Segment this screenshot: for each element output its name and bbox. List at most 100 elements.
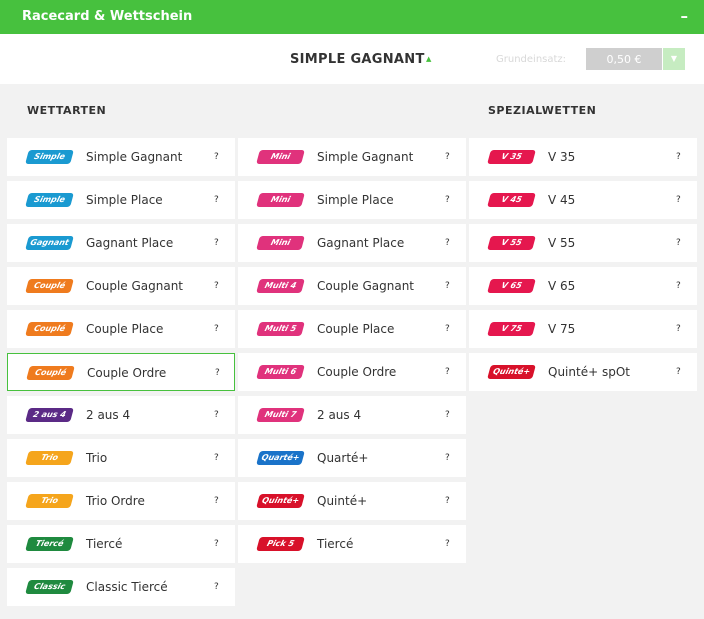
bet-type-row[interactable]: Couplé Couple Place?	[7, 310, 235, 348]
bet-type-row[interactable]: Mini Simple Place?	[238, 181, 466, 219]
bet-type-row[interactable]: Quinté+ Quinté+?	[238, 482, 466, 520]
bet-type-label: Couple Ordre	[317, 365, 397, 379]
help-icon[interactable]: ?	[676, 367, 681, 377]
couple-place-logo: Couplé	[25, 322, 74, 336]
collapse-icon[interactable]: –	[681, 7, 689, 25]
bet-type-row[interactable]: Pick 5 Tiercé?	[238, 525, 466, 563]
help-icon[interactable]: ?	[676, 238, 681, 248]
classic-tierce-logo: Classic	[25, 580, 74, 594]
bet-type-row[interactable]: V 45 V 45?	[469, 181, 697, 219]
stake-label: Grundeinsatz:	[496, 54, 567, 65]
bet-type-row[interactable]: Quinté+ Quinté+ spOt?	[469, 353, 697, 391]
bet-type-label: Couple Ordre	[87, 366, 167, 380]
stake-dropdown-icon[interactable]: ▼	[663, 48, 685, 70]
v55-logo: V 55	[487, 236, 536, 250]
help-icon[interactable]: ?	[445, 152, 450, 162]
bet-type-row[interactable]: V 75 V 75?	[469, 310, 697, 348]
trio-logo: Trio	[25, 451, 74, 465]
bet-type-row[interactable]: Simple Simple Gagnant?	[7, 138, 235, 176]
bet-types-column-1: Simple Simple Gagnant? Simple Simple Place?…	[7, 138, 235, 611]
help-icon[interactable]: ?	[676, 324, 681, 334]
help-icon[interactable]: ?	[445, 281, 450, 291]
help-icon[interactable]: ?	[214, 496, 219, 506]
simple-gagnant-logo: Simple	[25, 150, 74, 164]
help-icon[interactable]: ?	[214, 238, 219, 248]
bet-type-row[interactable]: 2 aus 4 2 aus 4?	[7, 396, 235, 434]
bet-type-row[interactable]: Couplé Couple Ordre?	[7, 353, 235, 391]
bet-type-label: 2 aus 4	[317, 408, 362, 422]
bet-type-label: Tiercé	[86, 537, 123, 551]
v75-logo: V 75	[487, 322, 536, 336]
quinte-spot-logo: Quinté+	[487, 365, 536, 379]
help-icon[interactable]: ?	[445, 410, 450, 420]
help-icon[interactable]: ?	[445, 539, 450, 549]
bet-type-label: V 55	[548, 236, 576, 250]
bet-type-label: V 65	[548, 279, 576, 293]
special-bets-column: V 35 V 35? V 45 V 45? V 55 V 55? V 65 V 65? V 75…	[469, 138, 697, 396]
help-icon[interactable]: ?	[676, 152, 681, 162]
bet-type-row[interactable]: Multi 4 Couple Gagnant?	[238, 267, 466, 305]
bet-type-label: Gagnant Place	[86, 236, 174, 250]
mini-multi4-logo: Mini	[256, 150, 305, 164]
pick-5-logo: Pick 5	[256, 537, 305, 551]
multi6-logo: Multi 6	[256, 365, 305, 379]
bet-type-label: Classic Tiercé	[86, 580, 168, 594]
bet-type-row[interactable]: Mini Gagnant Place?	[238, 224, 466, 262]
trio-ordre-logo: Trio	[25, 494, 74, 508]
bet-type-row[interactable]: Tiercé Tiercé?	[7, 525, 235, 563]
bet-type-label: Trio	[86, 451, 108, 465]
couple-gagnant-logo: Couplé	[25, 279, 74, 293]
bet-type-row[interactable]: Couplé Couple Gagnant?	[7, 267, 235, 305]
help-icon[interactable]: ?	[445, 195, 450, 205]
bet-type-row[interactable]: Trio Trio Ordre?	[7, 482, 235, 520]
help-icon[interactable]: ?	[214, 453, 219, 463]
bet-type-row[interactable]: Quarté+ Quarté+?	[238, 439, 466, 477]
bet-type-row[interactable]: Multi 6 Couple Ordre?	[238, 353, 466, 391]
selected-bet-type[interactable]: SIMPLE GAGNANT	[290, 52, 425, 67]
bet-type-row[interactable]: Gagnant Gagnant Place?	[7, 224, 235, 262]
help-icon[interactable]: ?	[445, 238, 450, 248]
multi7-logo: Multi 7	[256, 408, 305, 422]
bet-type-label: Quarté+	[317, 451, 369, 465]
bet-type-label: Trio Ordre	[86, 494, 145, 508]
bet-type-row[interactable]: V 55 V 55?	[469, 224, 697, 262]
help-icon[interactable]: ?	[214, 410, 219, 420]
bet-bar: SIMPLE GAGNANT ▲ Grundeinsatz: ▼	[0, 34, 704, 84]
help-icon[interactable]: ?	[214, 195, 219, 205]
mini-multi5-logo: Mini	[256, 193, 305, 207]
help-icon[interactable]: ?	[214, 324, 219, 334]
help-icon[interactable]: ?	[445, 496, 450, 506]
bet-type-label: Simple Gagnant	[86, 150, 183, 164]
bet-type-label: Quinté+ spOt	[548, 365, 630, 379]
bet-type-label: Couple Place	[86, 322, 164, 336]
bet-type-row[interactable]: V 65 V 65?	[469, 267, 697, 305]
section-title-spezialwetten: SPEZIALWETTEN	[488, 104, 597, 117]
bet-type-label: V 35	[548, 150, 576, 164]
bet-type-label: V 45	[548, 193, 576, 207]
help-icon[interactable]: ?	[445, 324, 450, 334]
bet-type-row[interactable]: Mini Simple Gagnant?	[238, 138, 466, 176]
bet-type-row[interactable]: Multi 5 Couple Place?	[238, 310, 466, 348]
bet-type-row[interactable]: Classic Classic Tiercé?	[7, 568, 235, 606]
racecard-header: Racecard & Wettschein –	[0, 0, 704, 34]
multi5-logo: Multi 5	[256, 322, 305, 336]
bet-type-label: Gagnant Place	[317, 236, 405, 250]
caret-up-icon[interactable]: ▲	[426, 55, 431, 63]
couple-ordre-logo: Couplé	[26, 366, 75, 380]
stake-input[interactable]	[586, 48, 662, 70]
bet-type-row[interactable]: Trio Trio?	[7, 439, 235, 477]
mini-multi6-logo: Mini	[256, 236, 305, 250]
bet-type-row[interactable]: Simple Simple Place?	[7, 181, 235, 219]
help-icon[interactable]: ?	[214, 152, 219, 162]
bet-type-row[interactable]: Multi 7 2 aus 4?	[238, 396, 466, 434]
help-icon[interactable]: ?	[445, 453, 450, 463]
help-icon[interactable]: ?	[215, 368, 220, 378]
help-icon[interactable]: ?	[214, 281, 219, 291]
bet-type-row[interactable]: V 35 V 35?	[469, 138, 697, 176]
help-icon[interactable]: ?	[214, 582, 219, 592]
help-icon[interactable]: ?	[214, 539, 219, 549]
help-icon[interactable]: ?	[676, 281, 681, 291]
help-icon[interactable]: ?	[676, 195, 681, 205]
header-title: Racecard & Wettschein	[22, 9, 193, 24]
help-icon[interactable]: ?	[445, 367, 450, 377]
